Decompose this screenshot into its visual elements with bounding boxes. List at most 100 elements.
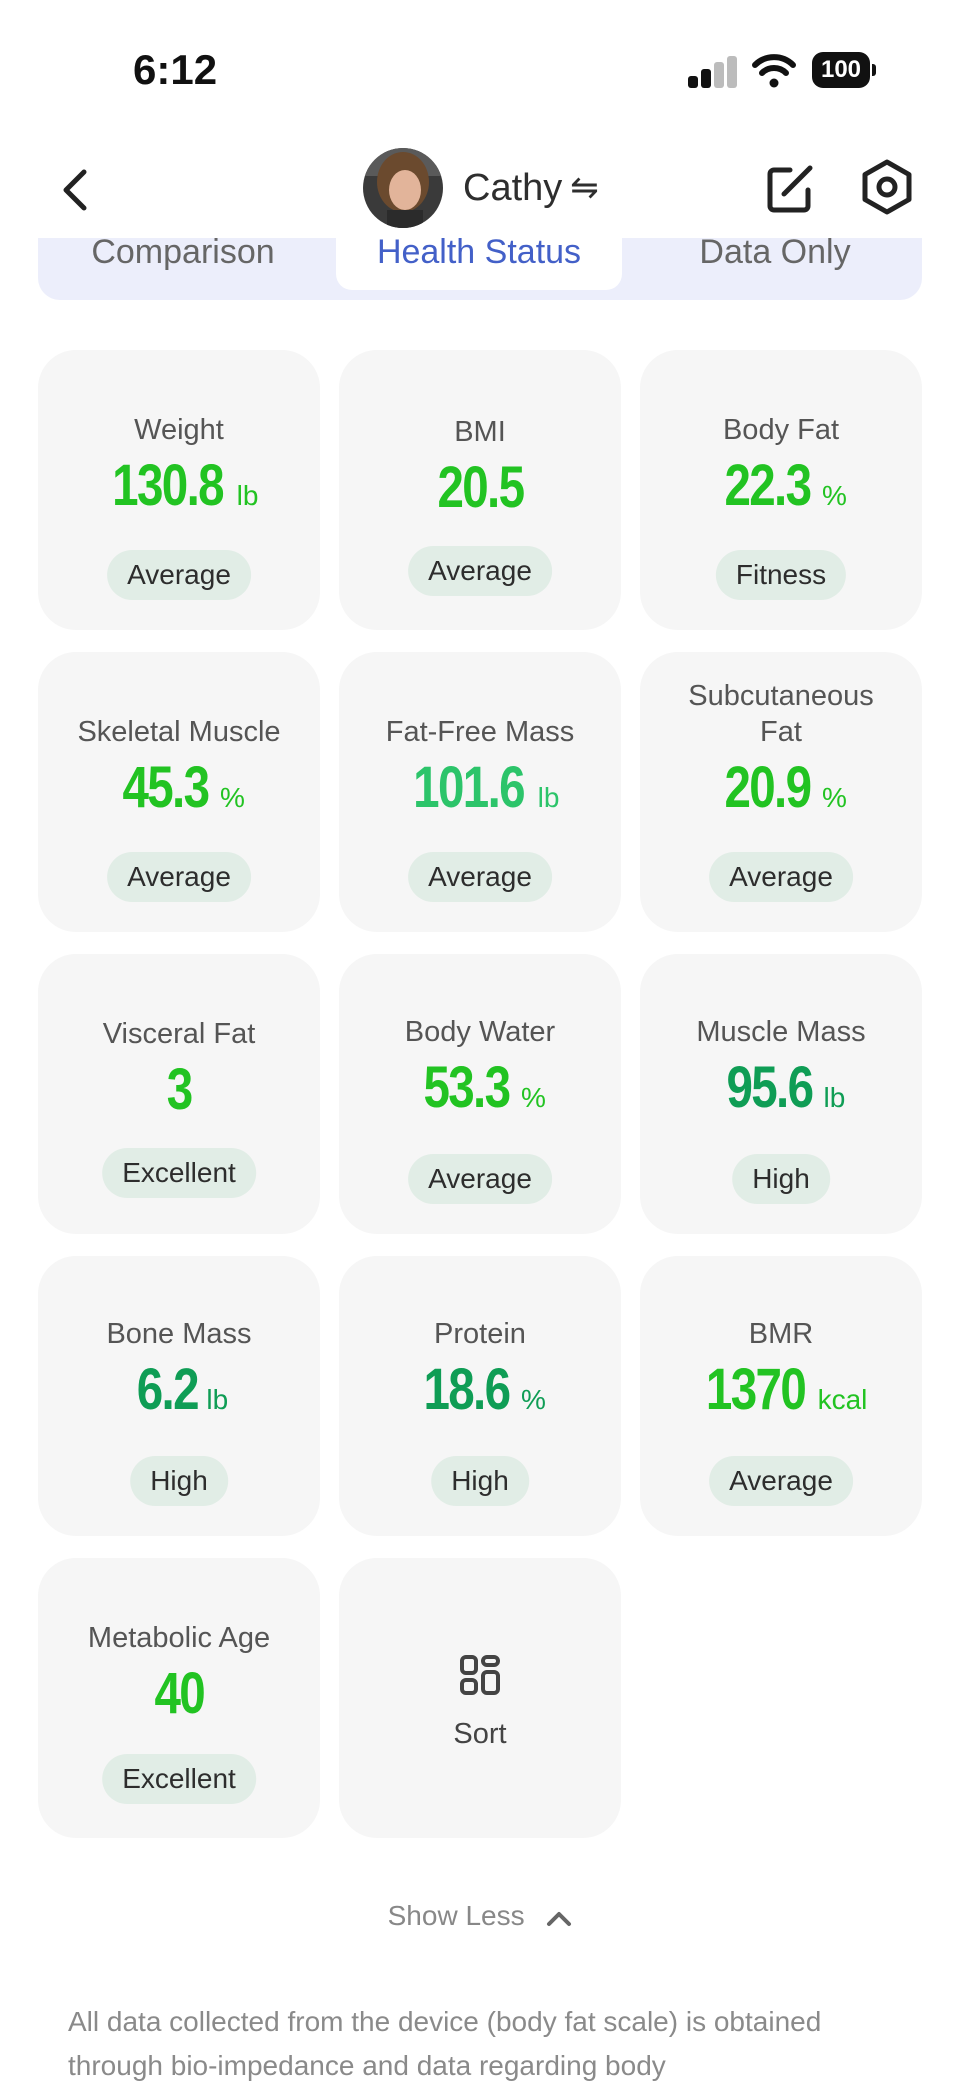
metric-card-bmi[interactable]: BMI 20.5 Average [339, 350, 621, 630]
tab-health-status[interactable]: Health Status [336, 235, 622, 290]
metric-value: 3 [38, 1056, 320, 1123]
status-badge: Average [107, 550, 251, 600]
metric-value: 45.3% [38, 754, 320, 821]
status-badge: High [732, 1154, 830, 1204]
metric-card-visceral-fat[interactable]: Visceral Fat 3 Excellent [38, 954, 320, 1234]
metric-number: 45.3 [122, 755, 211, 820]
profile-name: Cathy [463, 166, 563, 209]
tab-data-only[interactable]: Data Only [628, 233, 922, 290]
metric-card-weight[interactable]: Weight 130.8 lb Average [38, 350, 320, 630]
back-button[interactable] [50, 160, 100, 220]
tab-label: Comparison [91, 233, 275, 271]
sort-button[interactable]: Sort [339, 1558, 621, 1838]
metric-value: 95.6 lb [640, 1054, 922, 1121]
nav-bar: Cathy ⇋ [0, 140, 960, 240]
sort-label: Sort [453, 1718, 507, 1750]
battery-icon: 100 [812, 52, 876, 88]
show-less-button[interactable]: Show Less [0, 1900, 960, 1932]
metric-number: 18.6 [423, 1357, 512, 1422]
chevron-up-icon [547, 1911, 572, 1926]
metric-unit: % [520, 1082, 546, 1113]
metric-label: BMI [454, 416, 506, 448]
gear-icon [862, 159, 912, 215]
grid-layout-icon [460, 1655, 500, 1695]
metric-label: Body Water [404, 1016, 556, 1048]
tab-label: Data Only [699, 233, 851, 271]
metric-label: Visceral Fat [102, 1018, 256, 1050]
metric-value: 1370 kcal [640, 1356, 922, 1423]
metric-value: 22.3% [640, 452, 922, 519]
status-badge: Average [709, 1456, 853, 1506]
disclaimer-text: All data collected from the device (body… [68, 2006, 822, 2081]
status-badge: Average [408, 546, 552, 596]
show-less-label: Show Less [387, 1900, 525, 1931]
metric-card-body-water[interactable]: Body Water 53.3% Average [339, 954, 621, 1234]
metric-label: Metabolic Age [87, 1622, 271, 1654]
metric-card-bmr[interactable]: BMR 1370 kcal Average [640, 1256, 922, 1536]
metric-card-metabolic-age[interactable]: Metabolic Age 40 Excellent [38, 1558, 320, 1838]
metric-number: 40 [154, 1661, 205, 1726]
battery-level: 100 [812, 52, 870, 88]
metric-label: Skeletal Muscle [77, 716, 281, 748]
metric-label: BMR [748, 1318, 814, 1350]
metric-unit: % [821, 480, 847, 511]
metric-value: 53.3% [339, 1054, 621, 1121]
metric-label: Bone Mass [106, 1318, 252, 1350]
status-badge: High [130, 1456, 228, 1506]
wifi-icon [752, 54, 796, 88]
status-badge: Excellent [102, 1148, 256, 1198]
metric-card-fat-free-mass[interactable]: Fat-Free Mass 101.6 lb Average [339, 652, 621, 932]
metric-unit: lb [236, 480, 259, 511]
metric-unit: kcal [817, 1384, 868, 1415]
metric-card-muscle-mass[interactable]: Muscle Mass 95.6 lb High [640, 954, 922, 1234]
metric-card-bone-mass[interactable]: Bone Mass 6.2 lb High [38, 1256, 320, 1536]
metric-number: 1370 [705, 1357, 806, 1422]
metric-number: 130.8 [111, 453, 224, 518]
metric-unit: % [219, 782, 245, 813]
metric-unit: lb [206, 1384, 229, 1415]
metric-card-body-fat[interactable]: Body Fat 22.3% Fitness [640, 350, 922, 630]
cellular-signal-icon [688, 56, 738, 88]
status-badge: Fitness [715, 550, 847, 600]
metric-label: Weight [134, 414, 224, 446]
metric-number: 6.2 [136, 1357, 199, 1422]
view-tabs: Comparison Health Status Data Only [38, 233, 922, 300]
metric-number: 20.9 [724, 755, 813, 820]
metric-card-subcutaneous-fat[interactable]: Subcutaneous Fat 20.9% Average [640, 652, 922, 932]
metric-value: 18.6% [339, 1356, 621, 1423]
metric-value: 6.2 lb [38, 1356, 320, 1423]
metric-unit: lb [823, 1082, 846, 1113]
metric-label: Body Fat [722, 414, 840, 446]
metric-number: 101.6 [412, 755, 525, 820]
status-badge: Excellent [102, 1754, 256, 1804]
metric-label: Subcutaneous Fat [688, 680, 874, 748]
metric-number: 22.3 [724, 453, 813, 518]
metric-value: 101.6 lb [339, 754, 621, 821]
metric-number: 20.5 [436, 455, 525, 520]
metric-unit: % [520, 1384, 546, 1415]
metric-unit: % [821, 782, 847, 813]
avatar [363, 148, 443, 228]
metric-label: Protein [434, 1318, 526, 1350]
metric-number: 53.3 [423, 1055, 512, 1120]
profile-switcher[interactable]: Cathy ⇋ [363, 146, 599, 230]
metric-card-skeletal-muscle[interactable]: Skeletal Muscle 45.3% Average [38, 652, 320, 932]
status-time: 6:12 [133, 46, 218, 93]
status-bar: 6:12 100 [0, 0, 960, 130]
metric-unit: lb [537, 782, 560, 813]
status-badge: Average [408, 1154, 552, 1204]
metric-label: Fat-Free Mass [385, 716, 575, 748]
metric-card-protein[interactable]: Protein 18.6% High [339, 1256, 621, 1536]
metric-value: 20.9% [640, 754, 922, 821]
metric-value: 40 [38, 1660, 320, 1727]
metric-number: 3 [166, 1057, 193, 1122]
edit-button[interactable] [764, 160, 816, 216]
swap-arrows-icon: ⇋ [570, 169, 599, 207]
tab-comparison[interactable]: Comparison [38, 233, 328, 290]
settings-button[interactable] [860, 158, 914, 216]
status-badge: Average [408, 852, 552, 902]
status-badge: Average [709, 852, 853, 902]
status-badge: Average [107, 852, 251, 902]
chevron-left-icon [63, 169, 87, 211]
edit-icon [767, 165, 813, 213]
